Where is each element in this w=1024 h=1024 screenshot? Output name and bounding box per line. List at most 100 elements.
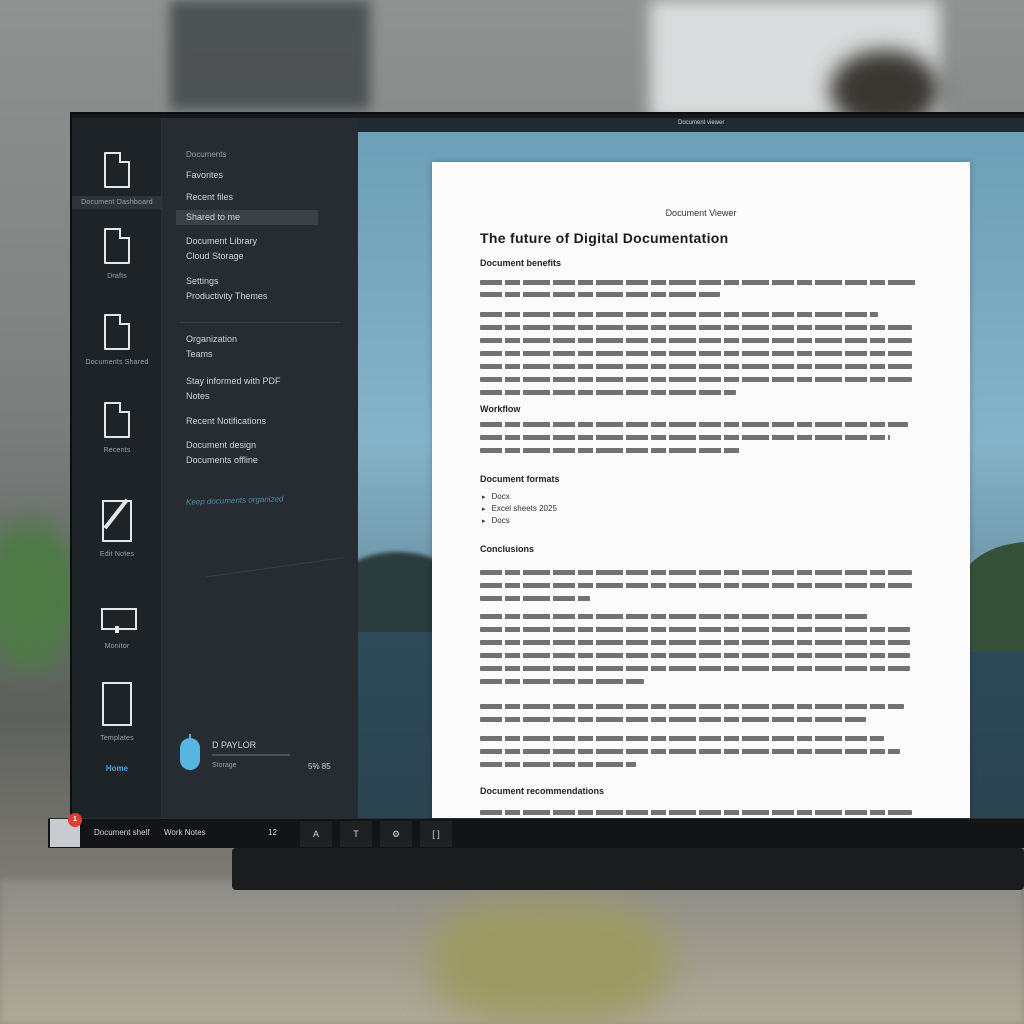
- panel-tagline: Keep documents organized: [185, 494, 284, 507]
- rail-item-shared[interactable]: Documents Shared: [72, 314, 162, 367]
- rail-item-templates[interactable]: Templates: [72, 682, 162, 743]
- storage-value: 5% 85: [308, 762, 331, 771]
- rail-home-link[interactable]: Home: [72, 764, 162, 773]
- icon-rail: Document Dashboard Drafts Documents Shar…: [72, 118, 162, 818]
- rail-item-monitor[interactable]: Monitor: [72, 608, 162, 651]
- rail-label: Templates: [100, 735, 134, 742]
- notification-badge: 1: [68, 813, 82, 827]
- monitor-icon: [101, 608, 137, 634]
- bullet-item: Docx: [482, 492, 510, 501]
- panel-item-organization[interactable]: Organization Teams: [186, 332, 237, 362]
- panel-divider: [180, 322, 340, 323]
- text-line: [480, 666, 910, 671]
- text-line: [480, 280, 916, 285]
- taskbar-item-count[interactable]: 12: [268, 828, 277, 837]
- text-line: [480, 338, 912, 343]
- document-label: Document Viewer: [665, 208, 737, 218]
- document-page[interactable]: Document Viewer The future of Digital Do…: [432, 162, 970, 818]
- panel-item-library[interactable]: Document Library Cloud Storage: [186, 234, 257, 264]
- section-heading: Workflow: [480, 404, 521, 414]
- rail-label: Edit Notes: [99, 551, 135, 558]
- panel-item-title: Document Library: [186, 236, 258, 246]
- start-button[interactable]: 1: [50, 813, 82, 847]
- text-line: [480, 762, 636, 767]
- taskbar-item-shelf[interactable]: Document shelf: [94, 828, 150, 837]
- panel-item-subtitle: Teams: [186, 349, 213, 359]
- panel-item-subtitle: Cloud Storage: [186, 251, 244, 261]
- panel-item-notifications[interactable]: Recent Notifications: [186, 414, 266, 429]
- user-name: D PAYLOR: [212, 740, 257, 750]
- text-line: [480, 653, 910, 658]
- window-titlebar: Document viewer: [358, 118, 1024, 132]
- text-line: [480, 448, 740, 453]
- text-line: [480, 422, 908, 427]
- section-heading: Conclusions: [480, 544, 535, 554]
- text-line: [480, 717, 866, 722]
- storage-bar: [212, 754, 290, 756]
- panel-item-title: Document design: [186, 440, 257, 450]
- text-line: [480, 312, 878, 317]
- text-line: [480, 351, 912, 356]
- edit-document-icon: [102, 500, 132, 542]
- text-line: [480, 390, 736, 395]
- panel-item-title: Settings: [186, 276, 219, 286]
- rail-item-drafts[interactable]: Drafts: [72, 228, 162, 281]
- document-icon: [104, 402, 130, 438]
- text-line: [480, 570, 912, 575]
- document-title: The future of Digital Documentation: [480, 230, 729, 246]
- document-icon: [104, 228, 130, 264]
- titlebar-text: Document viewer: [678, 120, 725, 126]
- text-line: [480, 704, 904, 709]
- bullet-item: Excel sheets 2025: [482, 504, 557, 513]
- panel-item-recent[interactable]: Recent files: [186, 190, 233, 205]
- taskbar-item-notes[interactable]: Work Notes: [164, 828, 206, 837]
- rail-item-recents[interactable]: Recents: [72, 402, 162, 455]
- settings-button[interactable]: ⚙: [380, 821, 412, 847]
- text-line: [480, 292, 720, 297]
- text-line: [480, 679, 644, 684]
- bullet-item: Docs: [482, 516, 510, 525]
- room-cushion: [430, 900, 670, 1020]
- sidebar-panel: Documents Favorites Recent files Shared …: [162, 118, 358, 818]
- text-line: [480, 377, 912, 382]
- user-storage-widget[interactable]: D PAYLOR Storage 5% 85: [180, 734, 340, 778]
- panel-item-subtitle: Documents offline: [186, 455, 258, 465]
- text-line: [480, 583, 912, 588]
- section-heading: Document benefits: [480, 258, 562, 268]
- section-heading: Document formats: [480, 474, 560, 484]
- panel-item-title: Stay informed with PDF: [186, 376, 281, 386]
- document-icon: [104, 152, 130, 188]
- panel-item-favorites[interactable]: Favorites: [186, 168, 223, 183]
- taskbar: 1 Document shelf Work Notes 12 A T ⚙ [ ]: [48, 813, 1024, 848]
- panel-item-subtitle: Notes: [186, 391, 210, 401]
- rail-label: Documents Shared: [85, 359, 149, 366]
- font-button[interactable]: A: [300, 821, 332, 847]
- rail-label: Recents: [103, 447, 131, 454]
- text-line: [480, 810, 912, 815]
- panel-item-stay-informed[interactable]: Stay informed with PDF Notes: [186, 374, 281, 404]
- mouse-icon: [180, 734, 200, 770]
- panel-item-settings[interactable]: Settings Productivity Themes: [186, 274, 267, 304]
- rail-label: Drafts: [107, 273, 127, 280]
- text-line: [480, 640, 910, 645]
- section-heading: Document recommendations: [480, 786, 605, 796]
- layout-button[interactable]: [ ]: [420, 821, 452, 847]
- text-line: [480, 325, 912, 330]
- panel-item-shared[interactable]: Shared to me: [176, 210, 318, 225]
- storage-label: Storage: [212, 762, 237, 769]
- panel-heading: Documents: [186, 150, 227, 159]
- rail-item-dashboard[interactable]: Document Dashboard: [72, 152, 162, 209]
- rail-label: Document Dashboard: [72, 196, 162, 209]
- panel-item-design[interactable]: Document design Documents offline: [186, 438, 258, 468]
- text-line: [480, 435, 890, 440]
- template-icon: [102, 682, 132, 726]
- rail-item-edit[interactable]: Edit Notes: [72, 500, 162, 559]
- room-shelf: [170, 0, 370, 110]
- text-tool-button[interactable]: T: [340, 821, 372, 847]
- text-line: [480, 627, 910, 632]
- text-line: [480, 736, 884, 741]
- decorative-line: [199, 518, 345, 578]
- text-line: [480, 596, 590, 601]
- panel-item-subtitle: Productivity Themes: [186, 291, 268, 301]
- panel-item-title: Organization: [186, 334, 238, 344]
